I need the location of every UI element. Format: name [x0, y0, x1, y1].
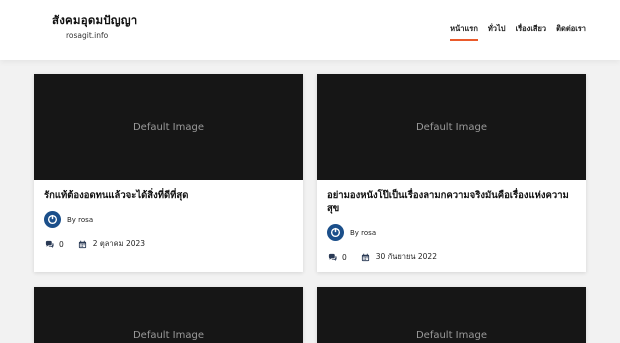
post-thumbnail-label: Default Image: [132, 121, 205, 133]
post-thumbnail[interactable]: Default Image: [317, 74, 586, 180]
post-card: Default Image: [317, 287, 586, 343]
post-thumbnail-label: Default Image: [415, 330, 488, 341]
nav-item-home[interactable]: หน้าแรก: [450, 23, 478, 41]
post-author: By rosa: [44, 211, 293, 228]
site-header: สังคมอุดมปัญญา rosagit.info หน้าแรก ทั่ว…: [0, 0, 620, 60]
nav-item-contact[interactable]: ติดต่อเรา: [556, 23, 586, 41]
user-avatar-icon[interactable]: [327, 224, 344, 241]
post-thumbnail-label: Default Image: [132, 330, 205, 341]
site-title[interactable]: สังคมอุดมปัญญา: [52, 12, 137, 30]
site-tagline: rosagit.info: [66, 31, 109, 40]
comment-count[interactable]: 0: [327, 252, 347, 262]
post-date: 30 กันยายน 2022: [361, 251, 437, 263]
nav-item-general[interactable]: ทั่วไป: [488, 23, 506, 41]
post-card: Default Image รักแท้ต้องอดทนแล้วจะได้สิ่…: [34, 74, 303, 272]
comment-count-value: 0: [342, 252, 347, 262]
comment-count[interactable]: 0: [44, 239, 64, 249]
post-card: Default Image: [34, 287, 303, 343]
post-title[interactable]: อย่ามองหนังโป๊เป็นเรื่องลามกความจริงมันค…: [327, 189, 576, 215]
post-card: Default Image อย่ามองหนังโป๊เป็นเรื่องลา…: [317, 74, 586, 272]
post-meta: 0 30 กันยายน 2022: [327, 251, 576, 263]
post-meta: 0 2 ตุลาคม 2023: [44, 238, 293, 250]
post-thumbnail[interactable]: Default Image: [317, 287, 586, 343]
calendar-icon: [78, 239, 88, 249]
nav-item-stories[interactable]: เรื่องเสียว: [516, 23, 547, 41]
author-name[interactable]: By rosa: [67, 216, 93, 224]
post-author: By rosa: [327, 224, 576, 241]
post-date-value: 30 กันยายน 2022: [375, 252, 437, 261]
post-thumbnail-label: Default Image: [415, 121, 488, 133]
post-thumbnail[interactable]: Default Image: [34, 287, 303, 343]
user-avatar-icon[interactable]: [44, 211, 61, 228]
calendar-icon: [361, 252, 371, 262]
main-nav: หน้าแรก ทั่วไป เรื่องเสียว ติดต่อเรา: [450, 23, 586, 41]
comments-icon: [44, 239, 54, 249]
post-title[interactable]: รักแท้ต้องอดทนแล้วจะได้สิ่งที่ดีที่สุด: [44, 189, 293, 202]
post-date: 2 ตุลาคม 2023: [78, 238, 145, 250]
post-date-value: 2 ตุลาคม 2023: [92, 239, 146, 248]
comments-icon: [327, 252, 337, 262]
post-thumbnail[interactable]: Default Image: [34, 74, 303, 180]
author-name[interactable]: By rosa: [350, 229, 376, 237]
comment-count-value: 0: [59, 239, 64, 249]
